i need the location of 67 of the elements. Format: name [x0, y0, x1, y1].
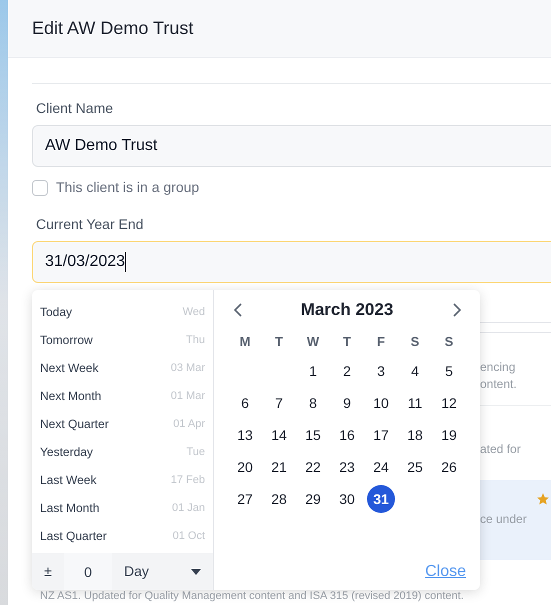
- shortcut-item[interactable]: Last Quarter 01 Oct: [32, 522, 213, 550]
- calendar-day[interactable]: 2: [333, 357, 361, 385]
- shortcut-item[interactable]: Next Week 03 Mar: [32, 354, 213, 382]
- description-text: ated for: [480, 441, 522, 458]
- calendar-day[interactable]: 3: [367, 357, 395, 385]
- month-title: March 2023: [300, 299, 394, 322]
- calendar-day[interactable]: 22: [299, 453, 327, 481]
- client-name-field[interactable]: AW Demo Trust: [32, 125, 551, 167]
- weekday-label: T: [274, 333, 284, 352]
- calendar-day[interactable]: 18: [401, 421, 429, 449]
- weekday-label: T: [342, 333, 352, 352]
- calendar-day[interactable]: 4: [401, 357, 429, 385]
- calendar-day[interactable]: 29: [299, 485, 327, 513]
- weekday-label: S: [410, 333, 420, 352]
- shortcut-item[interactable]: Next Month 01 Mar: [32, 382, 213, 410]
- calendar-day[interactable]: 10: [367, 389, 395, 417]
- calendar-day[interactable]: 8: [299, 389, 327, 417]
- caret-icon: [191, 568, 201, 574]
- dialog-title: Edit AW Demo Trust: [32, 17, 194, 40]
- calendar-day[interactable]: 17: [367, 421, 395, 449]
- weekday-label: W: [306, 333, 320, 352]
- calendar-day[interactable]: 14: [265, 421, 293, 449]
- group-checkbox[interactable]: [32, 180, 48, 196]
- field-label: Current Year End: [36, 215, 144, 234]
- description-text: NZ AS1. Updated for Quality Management content and ISA 315 (revised 2019) content.: [40, 589, 464, 604]
- weekday-label: M: [238, 333, 252, 352]
- calendar-day[interactable]: 23: [333, 453, 361, 481]
- weekday-label: S: [444, 333, 454, 352]
- calendar-day[interactable]: 27: [231, 485, 259, 513]
- description-text: ce under: [480, 511, 527, 528]
- shortcut-item[interactable]: Yesterday Tue: [32, 438, 213, 466]
- calendar-day[interactable]: 26: [435, 453, 463, 481]
- weekday-label: F: [376, 333, 386, 352]
- star-icon: [536, 492, 550, 506]
- shortcut-item[interactable]: Last Week 17 Feb: [32, 466, 213, 494]
- shortcut-item[interactable]: Today Wed: [32, 298, 213, 326]
- calendar-day[interactable]: 20: [231, 453, 259, 481]
- calendar-day[interactable]: 12: [435, 389, 463, 417]
- chevron-left-icon: [234, 303, 242, 317]
- checkbox-label: This client is in a group: [56, 178, 200, 197]
- calendar-day[interactable]: 9: [333, 389, 361, 417]
- calendar-day[interactable]: 11: [401, 389, 429, 417]
- calendar-day[interactable]: 15: [299, 421, 327, 449]
- calendar-day[interactable]: 24: [367, 453, 395, 481]
- calendar-day[interactable]: 5: [435, 357, 463, 385]
- calendar-day[interactable]: 21: [265, 453, 293, 481]
- calendar-day[interactable]: 16: [333, 421, 361, 449]
- shortcut-item[interactable]: Last Month 01 Jan: [32, 494, 213, 522]
- description-text: ontent.: [480, 376, 518, 393]
- calendar-day[interactable]: 19: [435, 421, 463, 449]
- calendar-day[interactable]: 30: [333, 485, 361, 513]
- calendar-day[interactable]: 6: [231, 389, 259, 417]
- chevron-right-icon: [452, 303, 460, 317]
- calendar-day[interactable]: 1: [299, 357, 327, 385]
- year-end-field[interactable]: 31/03/2023: [32, 241, 551, 283]
- unit-dropdown[interactable]: Day: [112, 553, 213, 590]
- field-label: Client Name: [36, 99, 114, 118]
- calendar-day[interactable]: 28: [265, 485, 293, 513]
- description-text: encing: [480, 359, 516, 376]
- offset-field[interactable]: 0: [64, 553, 112, 590]
- calendar-day[interactable]: 13: [231, 421, 259, 449]
- calendar-day[interactable]: 31: [367, 485, 395, 513]
- calendar-day[interactable]: 7: [265, 389, 293, 417]
- shortcut-item[interactable]: Tomorrow Thu: [32, 326, 213, 354]
- calendar-day[interactable]: 25: [401, 453, 429, 481]
- sign-toggle-button[interactable]: ±: [32, 553, 64, 590]
- shortcut-item[interactable]: Next Quarter 01 Apr: [32, 410, 213, 438]
